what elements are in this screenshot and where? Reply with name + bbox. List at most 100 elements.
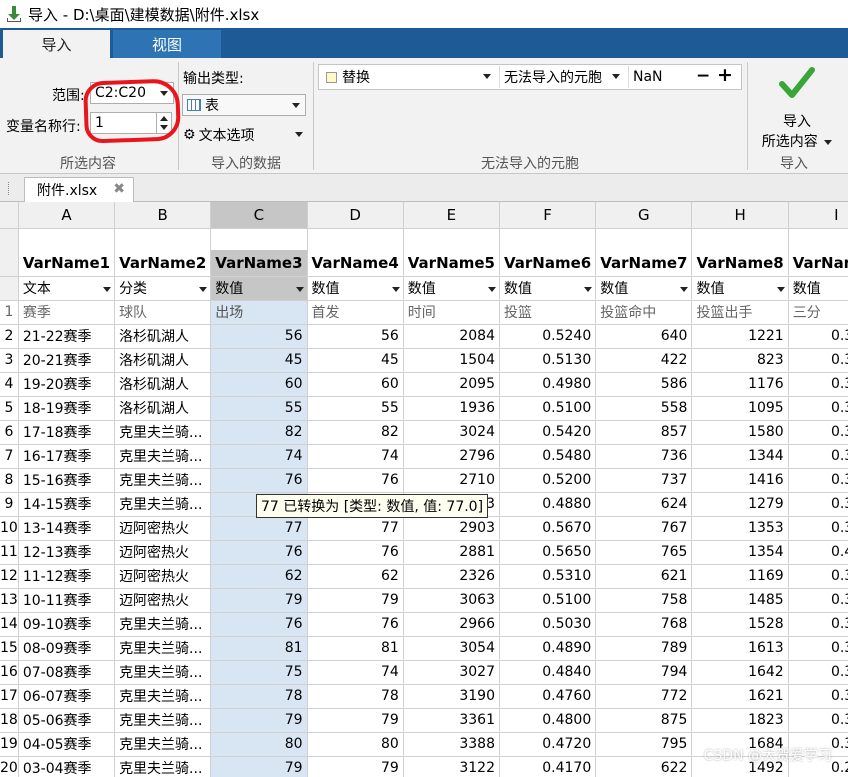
column-header-a[interactable]: A (18, 202, 116, 229)
table-cell[interactable]: 1169 (691, 564, 789, 589)
variable-name-cell[interactable]: VarName5 (403, 250, 501, 277)
table-cell[interactable]: 洛杉矶湖人 (114, 348, 212, 373)
document-tab[interactable]: 附件.xlsx ✖ (24, 177, 134, 202)
table-cell[interactable]: 0.5670 (499, 516, 597, 541)
variable-type-dropdown[interactable]: 数值 (499, 276, 597, 301)
header-cell[interactable]: 投篮出手 (691, 300, 789, 325)
table-cell[interactable]: 76 (307, 612, 404, 637)
table-cell[interactable]: 3122 (403, 756, 501, 777)
table-cell[interactable]: 0.5240 (499, 324, 597, 349)
table-cell[interactable]: 422 (595, 348, 693, 373)
table-cell[interactable]: 3388 (403, 732, 501, 757)
table-cell[interactable]: 78 (210, 684, 308, 709)
variable-type-dropdown[interactable]: 数值 (210, 276, 308, 301)
table-cell[interactable]: 克里夫兰骑... (114, 636, 212, 661)
table-cell[interactable]: 76 (307, 468, 404, 493)
table-cell[interactable]: 13-14赛季 (18, 516, 116, 541)
header-cell[interactable]: 球队 (114, 300, 212, 325)
column-header-d[interactable]: D (307, 202, 404, 229)
table-cell[interactable]: 迈阿密热火 (114, 516, 212, 541)
table-cell[interactable]: 1221 (691, 324, 789, 349)
table-cell[interactable]: 55 (210, 396, 308, 421)
table-cell[interactable]: 3024 (403, 420, 501, 445)
output-type-combo[interactable]: 表 (182, 94, 306, 116)
table-cell[interactable]: 19-20赛季 (18, 372, 116, 397)
column-header-i[interactable]: I (788, 202, 848, 229)
table-cell[interactable]: 3190 (403, 684, 501, 709)
table-cell[interactable]: 1279 (691, 492, 789, 517)
row-number[interactable]: 15 (0, 636, 19, 661)
table-cell[interactable]: 2966 (403, 612, 501, 637)
table-cell[interactable]: 56 (307, 324, 404, 349)
table-cell[interactable]: 0.4760 (499, 684, 597, 709)
table-cell[interactable]: 11-12赛季 (18, 564, 116, 589)
table-cell[interactable]: 0.4890 (499, 636, 597, 661)
table-cell[interactable]: 2881 (403, 540, 501, 565)
variable-type-dropdown[interactable]: 数值 (307, 276, 404, 301)
table-cell[interactable]: 0.5200 (499, 468, 597, 493)
table-cell[interactable]: 0.3440 (788, 636, 848, 661)
table-cell[interactable]: 0.5100 (499, 396, 597, 421)
table-cell[interactable]: 75 (210, 660, 308, 685)
table-cell[interactable]: 1936 (403, 396, 501, 421)
table-cell[interactable]: 81 (307, 636, 404, 661)
table-cell[interactable]: 1580 (691, 420, 789, 445)
header-cell[interactable]: 三分 (788, 300, 848, 325)
table-cell[interactable]: 06-07赛季 (18, 684, 116, 709)
table-cell[interactable]: 09-10赛季 (18, 612, 116, 637)
table-cell[interactable]: 3361 (403, 708, 501, 733)
table-cell[interactable]: 0.3540 (788, 492, 848, 517)
table-cell[interactable]: 56 (210, 324, 308, 349)
column-header-b[interactable]: B (114, 202, 212, 229)
variable-name-cell[interactable]: VarName2 (114, 250, 212, 277)
table-cell[interactable]: 79 (210, 708, 308, 733)
table-cell[interactable]: 迈阿密热火 (114, 540, 212, 565)
table-cell[interactable]: 08-09赛季 (18, 636, 116, 661)
variable-type-dropdown[interactable]: 数值 (788, 276, 848, 301)
header-cell[interactable]: 投篮命中 (595, 300, 693, 325)
table-cell[interactable]: 765 (595, 540, 693, 565)
table-cell[interactable]: 74 (307, 660, 404, 685)
table-cell[interactable]: 772 (595, 684, 693, 709)
row-number[interactable] (0, 228, 19, 250)
table-cell[interactable]: 79 (307, 708, 404, 733)
table-cell[interactable]: 79 (307, 756, 404, 777)
text-options-dropdown[interactable]: ⚙ 文本选项 (183, 124, 307, 146)
table-cell[interactable]: 875 (595, 708, 693, 733)
table-cell[interactable]: 0.4800 (499, 708, 597, 733)
row-number[interactable]: 16 (0, 660, 19, 685)
table-cell[interactable]: 736 (595, 444, 693, 469)
table-cell[interactable]: 76 (307, 540, 404, 565)
table-cell[interactable]: 0.5130 (499, 348, 597, 373)
row-number[interactable]: 8 (0, 468, 19, 493)
table-cell[interactable]: 克里夫兰骑... (114, 660, 212, 685)
table-cell[interactable]: 0.3490 (788, 372, 848, 397)
row-number[interactable]: 6 (0, 420, 19, 445)
variable-name-cell[interactable]: VarName1 (18, 250, 116, 277)
table-cell[interactable]: 1528 (691, 612, 789, 637)
column-header-f[interactable]: F (499, 202, 597, 229)
row-number[interactable]: 13 (0, 588, 19, 613)
row-number[interactable]: 9 (0, 492, 19, 517)
table-cell[interactable]: 76 (210, 468, 308, 493)
header-cell[interactable]: 赛季 (18, 300, 116, 325)
replacement-value-input[interactable]: NaN (628, 66, 690, 88)
import-selection-button[interactable]: 导入 所选内容 (752, 64, 842, 150)
table-cell[interactable]: 77 (307, 516, 404, 541)
table-cell[interactable]: 737 (595, 468, 693, 493)
table-cell[interactable]: 0.3390 (788, 396, 848, 421)
table-cell[interactable]: 795 (595, 732, 693, 757)
table-cell[interactable]: 2084 (403, 324, 501, 349)
table-cell[interactable]: 0.4170 (499, 756, 597, 777)
table-cell[interactable]: 1613 (691, 636, 789, 661)
row-number[interactable]: 4 (0, 372, 19, 397)
close-icon[interactable]: ✖ (113, 181, 125, 197)
table-cell[interactable]: 79 (307, 588, 404, 613)
table-cell[interactable]: 789 (595, 636, 693, 661)
table-cell[interactable]: 622 (595, 756, 693, 777)
table-cell[interactable]: 82 (210, 420, 308, 445)
table-cell[interactable]: 80 (307, 732, 404, 757)
table-cell[interactable]: 0.3150 (788, 660, 848, 685)
table-cell[interactable]: 0.3300 (788, 588, 848, 613)
table-cell[interactable]: 17-18赛季 (18, 420, 116, 445)
